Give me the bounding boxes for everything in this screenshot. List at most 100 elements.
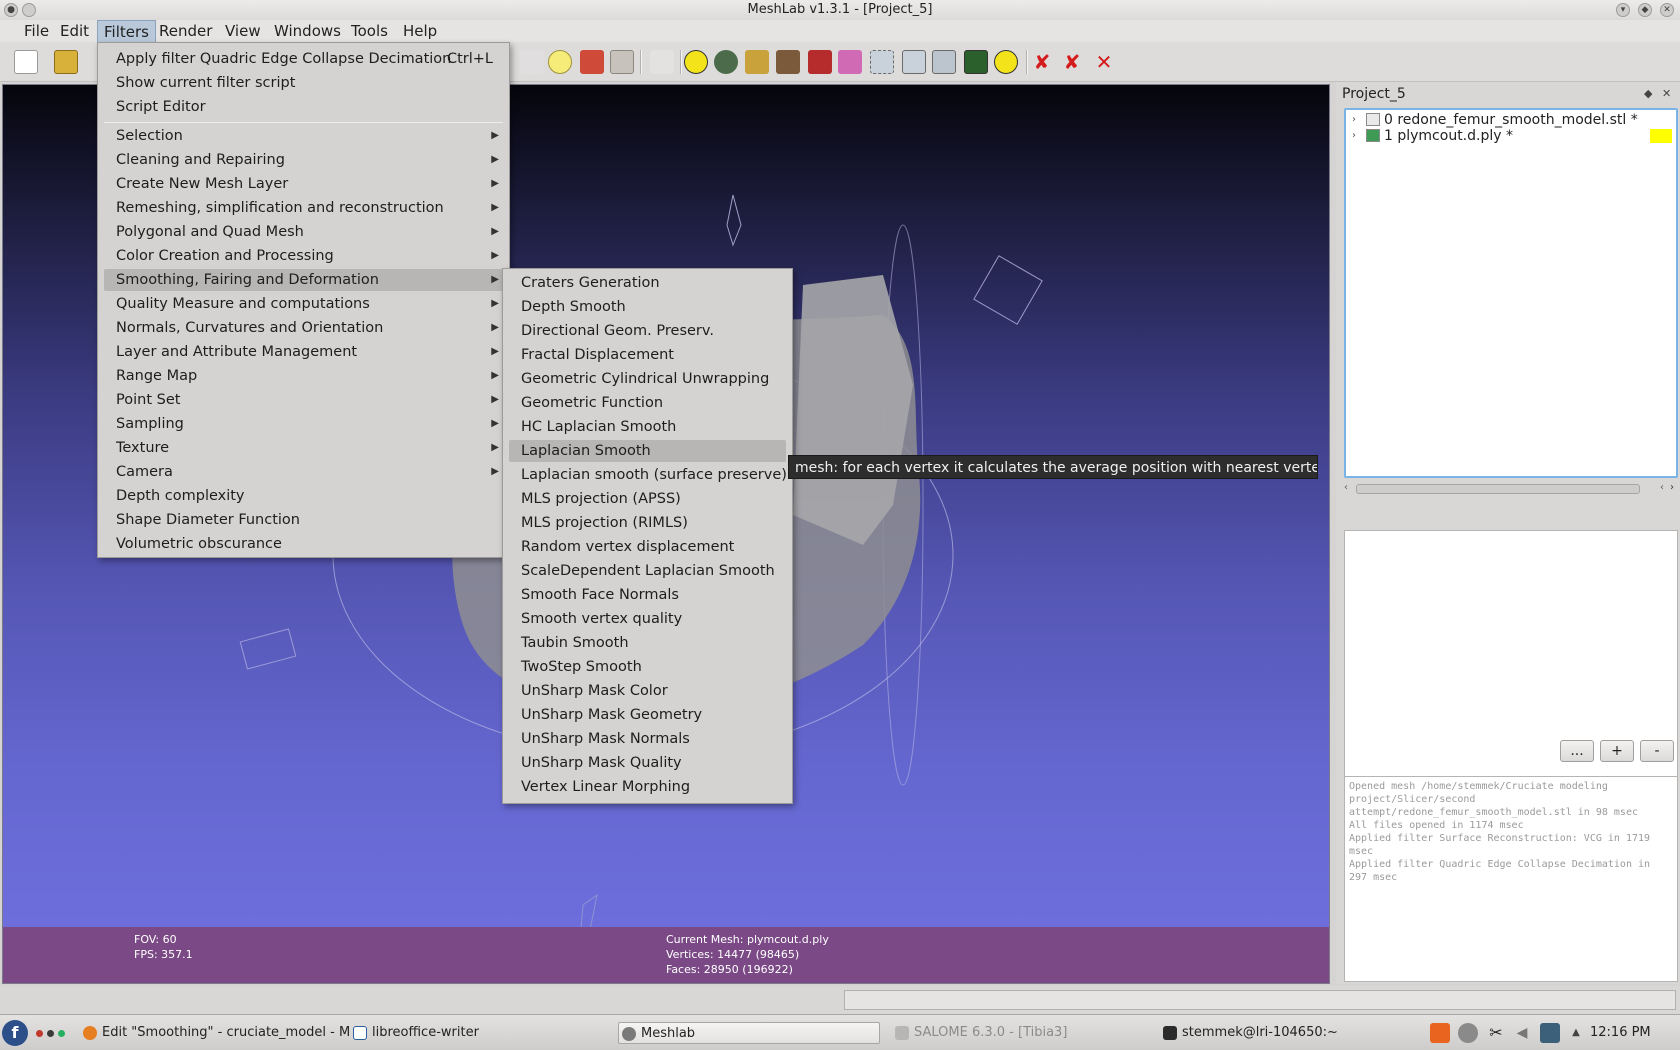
submenu-item[interactable]: Geometric Cylindrical Unwrapping xyxy=(509,368,786,390)
window-menu-icon[interactable]: ● xyxy=(4,3,18,17)
menu-file[interactable]: File xyxy=(18,20,55,42)
menu-filters[interactable]: Filters xyxy=(97,20,156,42)
menu-item-smoothing[interactable]: Smoothing, Fairing and Deformation ▶ xyxy=(104,269,503,291)
brush-icon[interactable] xyxy=(776,50,800,74)
submenu-item[interactable]: Fractal Displacement xyxy=(509,344,786,366)
submenu-item[interactable]: Laplacian smooth (surface preserve) xyxy=(509,464,787,486)
layer-item[interactable]: › 1 plymcout.d.ply * xyxy=(1350,128,1674,144)
desktop-pager-icon[interactable] xyxy=(36,1030,43,1037)
menu-view[interactable]: View xyxy=(219,20,267,42)
menu-item-range-map[interactable]: Range Map ▶ xyxy=(104,365,503,387)
tray-expand-icon[interactable]: ▲ xyxy=(1566,1023,1586,1043)
delete-vertices-icon[interactable]: ✕ xyxy=(1092,50,1116,74)
menu-item-point-set[interactable]: Point Set ▶ xyxy=(104,389,503,411)
alert-icon[interactable] xyxy=(1430,1023,1450,1043)
submenu-item[interactable]: Smooth Face Normals xyxy=(509,584,786,606)
more-button[interactable]: ... xyxy=(1560,740,1594,762)
remove-button[interactable]: - xyxy=(1640,740,1674,762)
submenu-item[interactable]: MLS projection (RIMLS) xyxy=(509,512,786,534)
desktop-pager-icon[interactable] xyxy=(47,1030,54,1037)
info-icon[interactable] xyxy=(994,50,1018,74)
delete-faces-icon[interactable]: ✘ xyxy=(1060,50,1084,74)
open-folder-icon[interactable] xyxy=(54,50,78,74)
select-connected-icon[interactable] xyxy=(902,50,926,74)
close-window-icon[interactable]: ✕ xyxy=(1660,3,1674,17)
menu-tools[interactable]: Tools xyxy=(345,20,394,42)
submenu-item[interactable]: HC Laplacian Smooth xyxy=(509,416,786,438)
window-sticky-icon[interactable] xyxy=(22,3,36,17)
layer-tree[interactable]: › 0 redone_femur_smooth_model.stl * › 1 … xyxy=(1344,108,1678,478)
submenu-item[interactable]: MLS projection (APSS) xyxy=(509,488,786,510)
add-button[interactable]: + xyxy=(1600,740,1634,762)
menu-item-camera[interactable]: Camera ▶ xyxy=(104,461,503,483)
measure-icon[interactable] xyxy=(964,50,988,74)
scissors-icon[interactable]: ✂ xyxy=(1486,1023,1506,1043)
menu-item-color[interactable]: Color Creation and Processing ▶ xyxy=(104,245,503,267)
texture-mode-icon[interactable] xyxy=(610,50,634,74)
menu-item-apply-last-filter[interactable]: Apply filter Quadric Edge Collapse Decim… xyxy=(104,48,503,70)
task-libreoffice[interactable]: libreoffice-writer xyxy=(350,1022,602,1044)
menu-help[interactable]: Help xyxy=(397,20,443,42)
menu-item-cleaning[interactable]: Cleaning and Repairing ▶ xyxy=(104,149,503,171)
scroll-thumb[interactable] xyxy=(1356,484,1640,494)
menu-item-volumetric-obscurance[interactable]: Volumetric obscurance xyxy=(104,533,503,555)
menu-item-depth-complexity[interactable]: Depth complexity xyxy=(104,485,503,507)
menu-item-layer-attribute[interactable]: Layer and Attribute Management ▶ xyxy=(104,341,503,363)
submenu-item[interactable]: UnSharp Mask Color xyxy=(509,680,786,702)
task-salome[interactable]: SALOME 6.3.0 - [Tibia3] xyxy=(892,1022,1154,1044)
menu-item-sampling[interactable]: Sampling ▶ xyxy=(104,413,503,435)
menu-item-create-mesh-layer[interactable]: Create New Mesh Layer ▶ xyxy=(104,173,503,195)
visibility-toggle-icon[interactable] xyxy=(1366,113,1380,126)
select-vertices-icon[interactable] xyxy=(714,50,738,74)
desktop-pager-icon[interactable] xyxy=(58,1030,65,1037)
submenu-item[interactable]: Geometric Function xyxy=(509,392,786,414)
submenu-item[interactable]: TwoStep Smooth xyxy=(509,656,786,678)
scroll-right-icon[interactable]: › xyxy=(1670,482,1674,493)
submenu-item[interactable]: Vertex Linear Morphing xyxy=(509,776,786,798)
visibility-toggle-icon[interactable] xyxy=(1366,129,1380,142)
submenu-item[interactable]: Craters Generation xyxy=(509,272,786,294)
fedora-launcher-icon[interactable]: f xyxy=(2,1020,28,1046)
submenu-item[interactable]: UnSharp Mask Normals xyxy=(509,728,786,750)
submenu-item[interactable]: UnSharp Mask Geometry xyxy=(509,704,786,726)
submenu-item[interactable]: Depth Smooth xyxy=(509,296,786,318)
scroll-left-icon[interactable]: ‹ xyxy=(1660,482,1664,493)
menu-item-selection[interactable]: Selection ▶ xyxy=(104,125,503,147)
horizontal-scrollbar[interactable]: ‹ ‹ › xyxy=(1344,482,1678,496)
submenu-item[interactable]: UnSharp Mask Quality xyxy=(509,752,786,774)
menu-render[interactable]: Render xyxy=(153,20,218,42)
layer-item[interactable]: › 0 redone_femur_smooth_model.stl * xyxy=(1350,112,1674,128)
submenu-item[interactable]: Smooth vertex quality xyxy=(509,608,786,630)
submenu-item[interactable]: Random vertex displacement xyxy=(509,536,786,558)
menu-item-normals[interactable]: Normals, Curvatures and Orientation ▶ xyxy=(104,317,503,339)
menu-windows[interactable]: Windows xyxy=(268,20,347,42)
menu-item-quality-measure[interactable]: Quality Measure and computations ▶ xyxy=(104,293,503,315)
expand-icon[interactable]: › xyxy=(1352,112,1356,128)
log-box[interactable]: Opened mesh /home/stemmek/Cruciate model… xyxy=(1344,776,1678,982)
new-project-icon[interactable] xyxy=(14,50,38,74)
menu-edit[interactable]: Edit xyxy=(54,20,95,42)
close-panel-icon[interactable]: ✕ xyxy=(1662,87,1671,100)
volume-icon[interactable]: ◀ xyxy=(1512,1023,1532,1043)
network-icon[interactable] xyxy=(1540,1023,1560,1043)
align-icon[interactable] xyxy=(838,50,862,74)
submenu-item[interactable]: ScaleDependent Laplacian Smooth xyxy=(509,560,786,582)
menu-item-script-editor[interactable]: Script Editor xyxy=(104,96,503,118)
menu-item-texture[interactable]: Texture ▶ xyxy=(104,437,503,459)
pp-icon[interactable] xyxy=(808,50,832,74)
menu-item-remeshing[interactable]: Remeshing, simplification and reconstruc… xyxy=(104,197,503,219)
float-panel-icon[interactable]: ◆ xyxy=(1644,87,1652,100)
submenu-item-laplacian-smooth[interactable]: Laplacian Smooth xyxy=(509,440,786,462)
scroll-left-icon[interactable]: ‹ xyxy=(1344,482,1348,493)
menu-item-shape-diameter[interactable]: Shape Diameter Function xyxy=(104,509,503,531)
select-region-icon[interactable] xyxy=(932,50,956,74)
task-terminal[interactable]: stemmek@lri-104650:~ xyxy=(1160,1022,1422,1044)
maximize-icon[interactable]: ◆ xyxy=(1638,3,1652,17)
settings-icon[interactable] xyxy=(1458,1023,1478,1043)
submenu-item[interactable]: Directional Geom. Preserv. xyxy=(509,320,786,342)
expand-icon[interactable]: › xyxy=(1352,128,1356,144)
menu-item-show-filter-script[interactable]: Show current filter script xyxy=(104,72,503,94)
color-mode-icon[interactable] xyxy=(580,50,604,74)
manipulator-icon[interactable] xyxy=(650,50,674,74)
delete-selected-icon[interactable]: ✘ xyxy=(1030,50,1054,74)
